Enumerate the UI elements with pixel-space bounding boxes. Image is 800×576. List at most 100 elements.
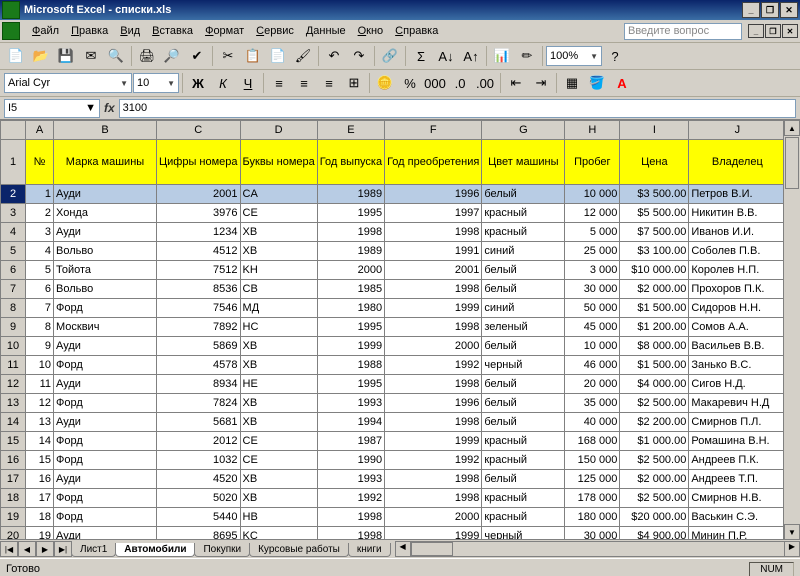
row-header-13[interactable]: 13 [1, 394, 26, 413]
cell[interactable]: белый [482, 337, 565, 356]
cell[interactable]: белый [482, 413, 565, 432]
cell[interactable]: 1995 [317, 318, 384, 337]
sheet-tab-книги[interactable]: книги [348, 543, 391, 557]
cell[interactable]: $8 000.00 [620, 337, 689, 356]
cell[interactable]: Ауди [54, 185, 157, 204]
cell[interactable]: черный [482, 356, 565, 375]
cell[interactable]: 1992 [317, 489, 384, 508]
open-button[interactable]: 📂 [29, 44, 53, 68]
cell[interactable]: 1998 [385, 489, 482, 508]
cell[interactable]: 5 [26, 261, 54, 280]
col-header-D[interactable]: D [240, 121, 317, 140]
tab-first-button[interactable]: |◀ [0, 541, 18, 557]
cell[interactable]: HE [240, 375, 317, 394]
cell[interactable]: 16 [26, 470, 54, 489]
cell[interactable]: $2 000.00 [620, 280, 689, 299]
row-header-15[interactable]: 15 [1, 432, 26, 451]
col-header-G[interactable]: G [482, 121, 565, 140]
cell[interactable]: $4 000.00 [620, 375, 689, 394]
cell[interactable]: 7892 [157, 318, 241, 337]
cell[interactable]: белый [482, 375, 565, 394]
cell[interactable]: 1998 [385, 318, 482, 337]
cell[interactable]: Ромашина В.Н. [689, 432, 786, 451]
cell[interactable]: белый [482, 185, 565, 204]
zoom-combo[interactable]: 100%▼ [546, 46, 602, 66]
cell[interactable]: $1 200.00 [620, 318, 689, 337]
header-cell[interactable]: Год преобретения [385, 140, 482, 185]
cell[interactable]: 1999 [317, 337, 384, 356]
cell[interactable]: Москвич [54, 318, 157, 337]
col-header-I[interactable]: I [620, 121, 689, 140]
header-cell[interactable]: Владелец [689, 140, 786, 185]
sheet-tab-Автомобили[interactable]: Автомобили [115, 543, 195, 557]
cell[interactable]: Тойота [54, 261, 157, 280]
cell[interactable]: Ауди [54, 223, 157, 242]
cell[interactable]: 10 000 [565, 185, 620, 204]
row-header-12[interactable]: 12 [1, 375, 26, 394]
fill-color-button[interactable]: 🪣 [585, 71, 609, 95]
row-header-11[interactable]: 11 [1, 356, 26, 375]
cell[interactable]: $10 000.00 [620, 261, 689, 280]
cell[interactable]: синий [482, 299, 565, 318]
cell[interactable]: $2 200.00 [620, 413, 689, 432]
cell[interactable]: 3 [26, 223, 54, 242]
cell[interactable]: Форд [54, 356, 157, 375]
cell[interactable]: Ауди [54, 337, 157, 356]
cell[interactable]: 4512 [157, 242, 241, 261]
scroll-up-button[interactable]: ▲ [784, 120, 800, 136]
align-left-button[interactable]: ≡ [267, 71, 291, 95]
align-center-button[interactable]: ≡ [292, 71, 316, 95]
col-header-C[interactable]: C [157, 121, 241, 140]
percent-button[interactable]: % [398, 71, 422, 95]
cell[interactable]: 125 000 [565, 470, 620, 489]
cell[interactable]: Ауди [54, 413, 157, 432]
cut-button[interactable]: ✂ [216, 44, 240, 68]
cell[interactable]: 2000 [317, 261, 384, 280]
cell[interactable]: Ауди [54, 470, 157, 489]
header-cell[interactable]: Цена [620, 140, 689, 185]
menu-Сервис[interactable]: Сервис [250, 23, 300, 39]
cell[interactable]: Смирнов П.Л. [689, 413, 786, 432]
cell[interactable]: 1987 [317, 432, 384, 451]
cell[interactable]: $1 500.00 [620, 299, 689, 318]
underline-button[interactable]: Ч [236, 71, 260, 95]
menu-Формат[interactable]: Формат [199, 23, 250, 39]
cell[interactable]: Смирнов Н.В. [689, 489, 786, 508]
cell[interactable]: 1993 [317, 394, 384, 413]
cell[interactable]: $5 500.00 [620, 204, 689, 223]
help-button[interactable]: ? [603, 44, 627, 68]
cell[interactable]: 1997 [385, 204, 482, 223]
cell[interactable]: Петров В.И. [689, 185, 786, 204]
cell[interactable]: 1993 [317, 470, 384, 489]
row-header-8[interactable]: 8 [1, 299, 26, 318]
sort-desc-button[interactable]: A↑ [459, 44, 483, 68]
paste-button[interactable]: 📄 [266, 44, 290, 68]
cell[interactable]: XB [240, 489, 317, 508]
cell[interactable]: красный [482, 204, 565, 223]
cell[interactable]: 17 [26, 489, 54, 508]
cell[interactable]: 4 [26, 242, 54, 261]
row-header-16[interactable]: 16 [1, 451, 26, 470]
font-color-button[interactable]: A [610, 71, 634, 95]
merge-button[interactable]: ⊞ [342, 71, 366, 95]
cell[interactable]: 15 [26, 451, 54, 470]
cell[interactable]: Прохоров П.К. [689, 280, 786, 299]
cell[interactable]: Вольво [54, 280, 157, 299]
cell[interactable]: 8536 [157, 280, 241, 299]
cell[interactable]: KH [240, 261, 317, 280]
spreadsheet-grid[interactable]: ABCDEFGHIJ1№Марка машиныЦифры номераБукв… [0, 120, 800, 558]
row-header-19[interactable]: 19 [1, 508, 26, 527]
cell[interactable]: 7 [26, 299, 54, 318]
col-header-H[interactable]: H [565, 121, 620, 140]
col-header-F[interactable]: F [385, 121, 482, 140]
doc-close-button[interactable]: ✕ [782, 24, 798, 38]
cell[interactable]: Форд [54, 299, 157, 318]
cell[interactable]: 1989 [317, 185, 384, 204]
font-size-combo[interactable]: 10▼ [133, 73, 179, 93]
cell[interactable]: $2 500.00 [620, 394, 689, 413]
cell[interactable]: 1996 [385, 185, 482, 204]
row-header-10[interactable]: 10 [1, 337, 26, 356]
cell[interactable]: $1 000.00 [620, 432, 689, 451]
cell[interactable]: Форд [54, 432, 157, 451]
cell[interactable]: Форд [54, 489, 157, 508]
